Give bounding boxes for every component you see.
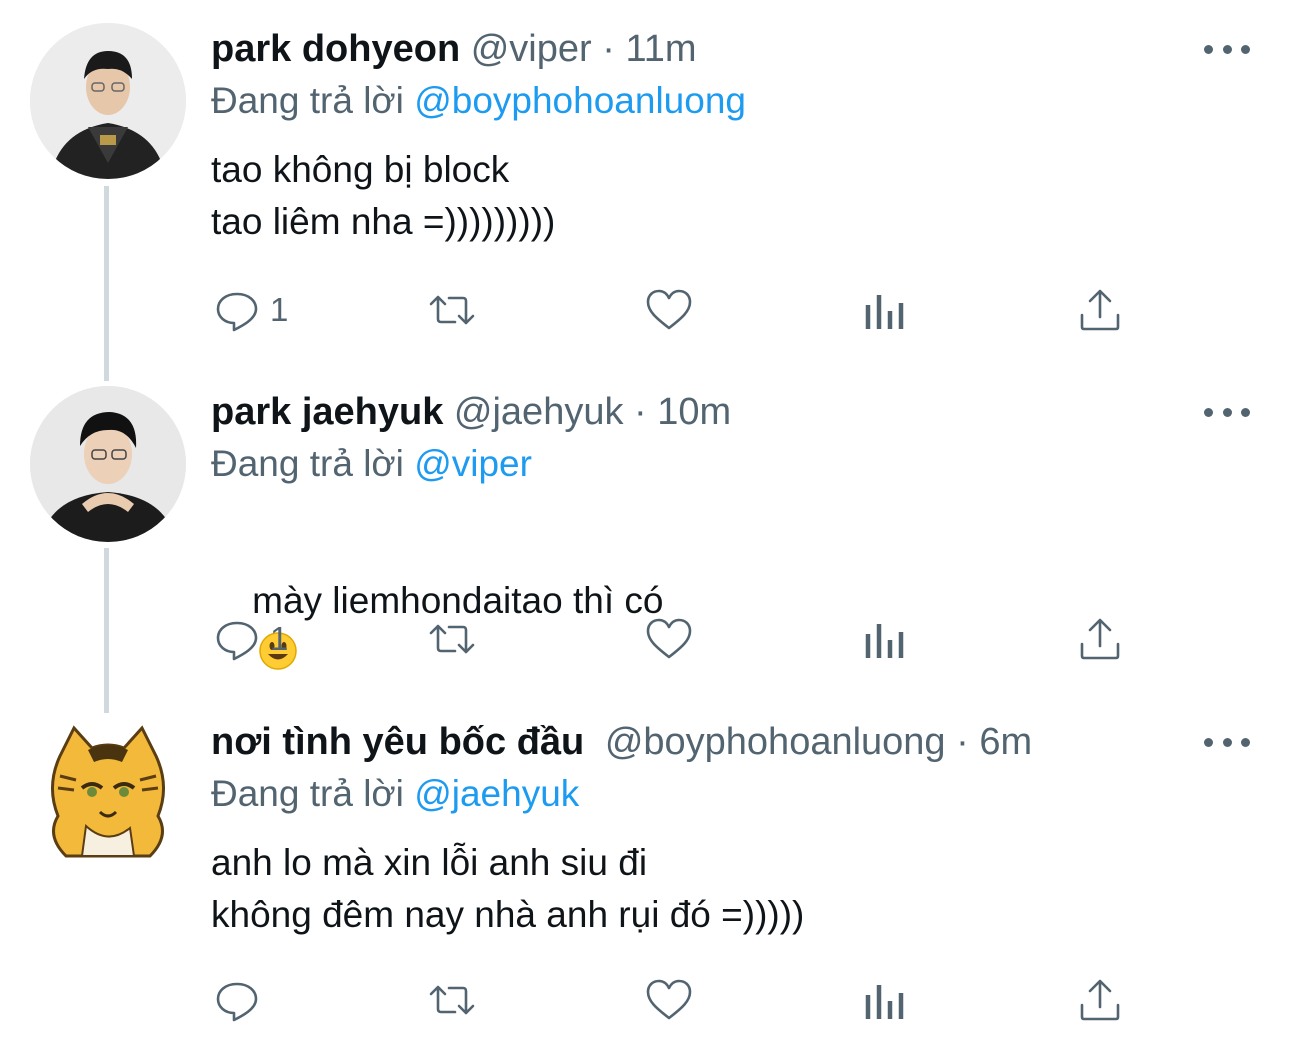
display-name[interactable]: park jaehyuk <box>211 391 443 433</box>
separator: · <box>956 721 969 763</box>
reply-icon <box>216 621 258 661</box>
share-icon <box>1080 979 1120 1021</box>
share-button[interactable] <box>1075 970 1125 1030</box>
tweet[interactable]: nơi tình yêu bốc đầu @boyphohoanluong · … <box>0 713 1290 1046</box>
like-icon <box>646 289 692 330</box>
separator: · <box>602 28 615 70</box>
player-photo-avatar-icon <box>30 386 186 542</box>
reply-mention[interactable]: @jaehyuk <box>414 773 579 814</box>
retweet-button[interactable] <box>427 609 477 669</box>
replying-to: Đang trả lời @jaehyuk <box>211 768 579 820</box>
user-handle[interactable]: @boyphohoanluong <box>605 721 946 763</box>
share-button[interactable] <box>1075 609 1125 669</box>
timestamp[interactable]: 6m <box>979 721 1032 763</box>
reply-icon <box>216 292 258 332</box>
reply-button[interactable] <box>212 970 270 1030</box>
reply-count: 1 <box>270 291 289 328</box>
like-button[interactable] <box>644 280 694 340</box>
reply-count: 1 <box>270 620 289 657</box>
tweet-header: nơi tình yêu bốc đầu @boyphohoanluong · … <box>211 713 1032 771</box>
like-icon <box>646 618 692 659</box>
analytics-icon <box>865 624 904 658</box>
reply-mention[interactable]: @viper <box>414 443 532 484</box>
separator: · <box>634 391 647 433</box>
timestamp[interactable]: 11m <box>625 28 696 70</box>
retweet-button[interactable] <box>427 280 477 340</box>
replying-to: Đang trả lời @viper <box>211 438 532 490</box>
like-icon <box>646 979 692 1020</box>
reply-button[interactable]: 1 <box>212 280 288 340</box>
tweet[interactable]: park dohyeon @viper · 11m Đang trả lời @… <box>0 20 1290 340</box>
share-icon <box>1080 289 1120 331</box>
avatar[interactable] <box>30 386 186 542</box>
avatar[interactable] <box>30 23 186 179</box>
more-icon[interactable] <box>1204 38 1250 60</box>
cartoon-cat-avatar-icon <box>30 716 186 872</box>
like-button[interactable] <box>644 609 694 669</box>
tweet-text: anh lo mà xin lỗi anh siu đi không đêm n… <box>211 842 805 935</box>
timestamp[interactable]: 10m <box>657 391 731 433</box>
replying-to: Đang trả lời @boyphohoanluong <box>211 75 746 127</box>
reply-icon <box>216 982 258 1022</box>
reply-button[interactable]: 1 <box>212 609 288 669</box>
reply-prefix: Đang trả lời <box>211 443 404 484</box>
more-icon[interactable] <box>1204 731 1250 753</box>
analytics-icon <box>865 295 904 329</box>
reply-prefix: Đang trả lời <box>211 773 404 814</box>
analytics-button[interactable] <box>860 970 910 1030</box>
analytics-button[interactable] <box>860 609 910 669</box>
more-icon[interactable] <box>1204 401 1250 423</box>
tweet-text: tao không bị block tao liêm nha =)))))))… <box>211 149 556 242</box>
analytics-icon <box>865 985 904 1019</box>
display-name[interactable]: nơi tình yêu bốc đầu <box>211 721 584 763</box>
share-icon <box>1080 618 1120 660</box>
retweet-icon <box>429 624 475 654</box>
like-button[interactable] <box>644 970 694 1030</box>
analytics-button[interactable] <box>860 280 910 340</box>
user-handle[interactable]: @jaehyuk <box>454 391 624 433</box>
user-handle[interactable]: @viper <box>471 28 592 70</box>
player-photo-avatar-icon <box>30 23 186 179</box>
tweet[interactable]: park jaehyuk @jaehyuk · 10m Đang trả lời… <box>0 383 1290 693</box>
display-name[interactable]: park dohyeon <box>211 28 460 70</box>
tweet-header: park dohyeon @viper · 11m <box>211 20 697 78</box>
action-bar <box>0 970 1290 1030</box>
reply-prefix: Đang trả lời <box>211 80 404 121</box>
retweet-icon <box>429 295 475 325</box>
action-bar: 1 <box>0 280 1290 340</box>
avatar[interactable] <box>30 716 186 872</box>
retweet-button[interactable] <box>427 970 477 1030</box>
retweet-icon <box>429 985 475 1015</box>
share-button[interactable] <box>1075 280 1125 340</box>
reply-mention[interactable]: @boyphohoanluong <box>414 80 746 121</box>
action-bar: 1 <box>0 609 1290 669</box>
tweet-header: park jaehyuk @jaehyuk · 10m <box>211 383 731 441</box>
